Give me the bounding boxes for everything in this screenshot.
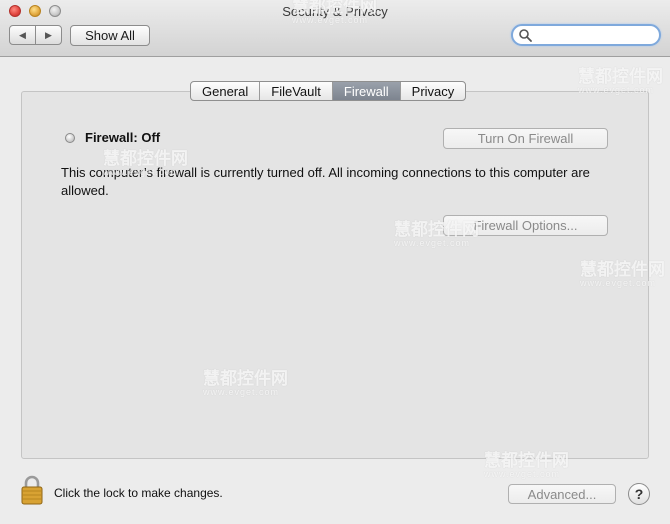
watermark-cn: 慧都控件网	[292, 0, 377, 16]
firewall-status-indicator	[65, 133, 75, 143]
watermark-en: www.evget.com	[580, 278, 657, 288]
tab-general[interactable]: General	[191, 82, 259, 100]
show-all-button[interactable]: Show All	[70, 25, 150, 46]
watermark-en: www.evget.com	[394, 238, 471, 248]
watermark-en: www.evget.com	[103, 167, 180, 177]
watermark-cn: 慧都控件网	[394, 220, 479, 239]
back-arrow-icon: ◀	[19, 29, 26, 40]
lock-icon[interactable]	[20, 475, 44, 505]
watermark-en: www.evget.com	[292, 15, 369, 25]
tab-filevault[interactable]: FileVault	[259, 82, 332, 100]
tab-firewall[interactable]: Firewall	[331, 82, 400, 100]
watermark: 慧都控件网 www.evget.com	[578, 68, 663, 95]
lock-instruction-text: Click the lock to make changes.	[54, 486, 223, 500]
forward-button[interactable]: ▶	[35, 26, 61, 44]
watermark-en: www.evget.com	[203, 387, 280, 397]
watermark: 慧都控件网 www.evget.com	[484, 452, 569, 479]
search-field[interactable]	[511, 24, 661, 46]
firewall-status-label: Firewall: Off	[85, 130, 161, 145]
watermark: 慧都控件网 www.evget.com	[292, 0, 377, 25]
security-privacy-window: Security & Privacy ◀ ▶ Show All General …	[0, 0, 670, 524]
watermark: 慧都控件网 www.evget.com	[103, 150, 188, 177]
watermark: 慧都控件网 www.evget.com	[394, 221, 479, 248]
watermark-en: www.evget.com	[578, 85, 655, 95]
watermark: 慧都控件网 www.evget.com	[580, 261, 665, 288]
back-forward-control: ◀ ▶	[9, 25, 62, 45]
forward-arrow-icon: ▶	[45, 29, 52, 40]
watermark-cn: 慧都控件网	[103, 149, 188, 168]
search-icon	[519, 29, 532, 42]
watermark-cn: 慧都控件网	[484, 451, 569, 470]
tab-bar: General FileVault Firewall Privacy	[190, 81, 467, 101]
help-button[interactable]: ?	[628, 483, 650, 505]
watermark-cn: 慧都控件网	[580, 260, 665, 279]
watermark-en: www.evget.com	[484, 469, 561, 479]
watermark: 慧都控件网 www.evget.com	[203, 370, 288, 397]
tab-privacy[interactable]: Privacy	[399, 82, 466, 100]
watermark-cn: 慧都控件网	[578, 67, 663, 86]
watermark-cn: 慧都控件网	[203, 369, 288, 388]
advanced-button[interactable]: Advanced...	[508, 484, 616, 504]
turn-on-firewall-button[interactable]: Turn On Firewall	[443, 128, 608, 149]
back-button[interactable]: ◀	[10, 26, 35, 44]
